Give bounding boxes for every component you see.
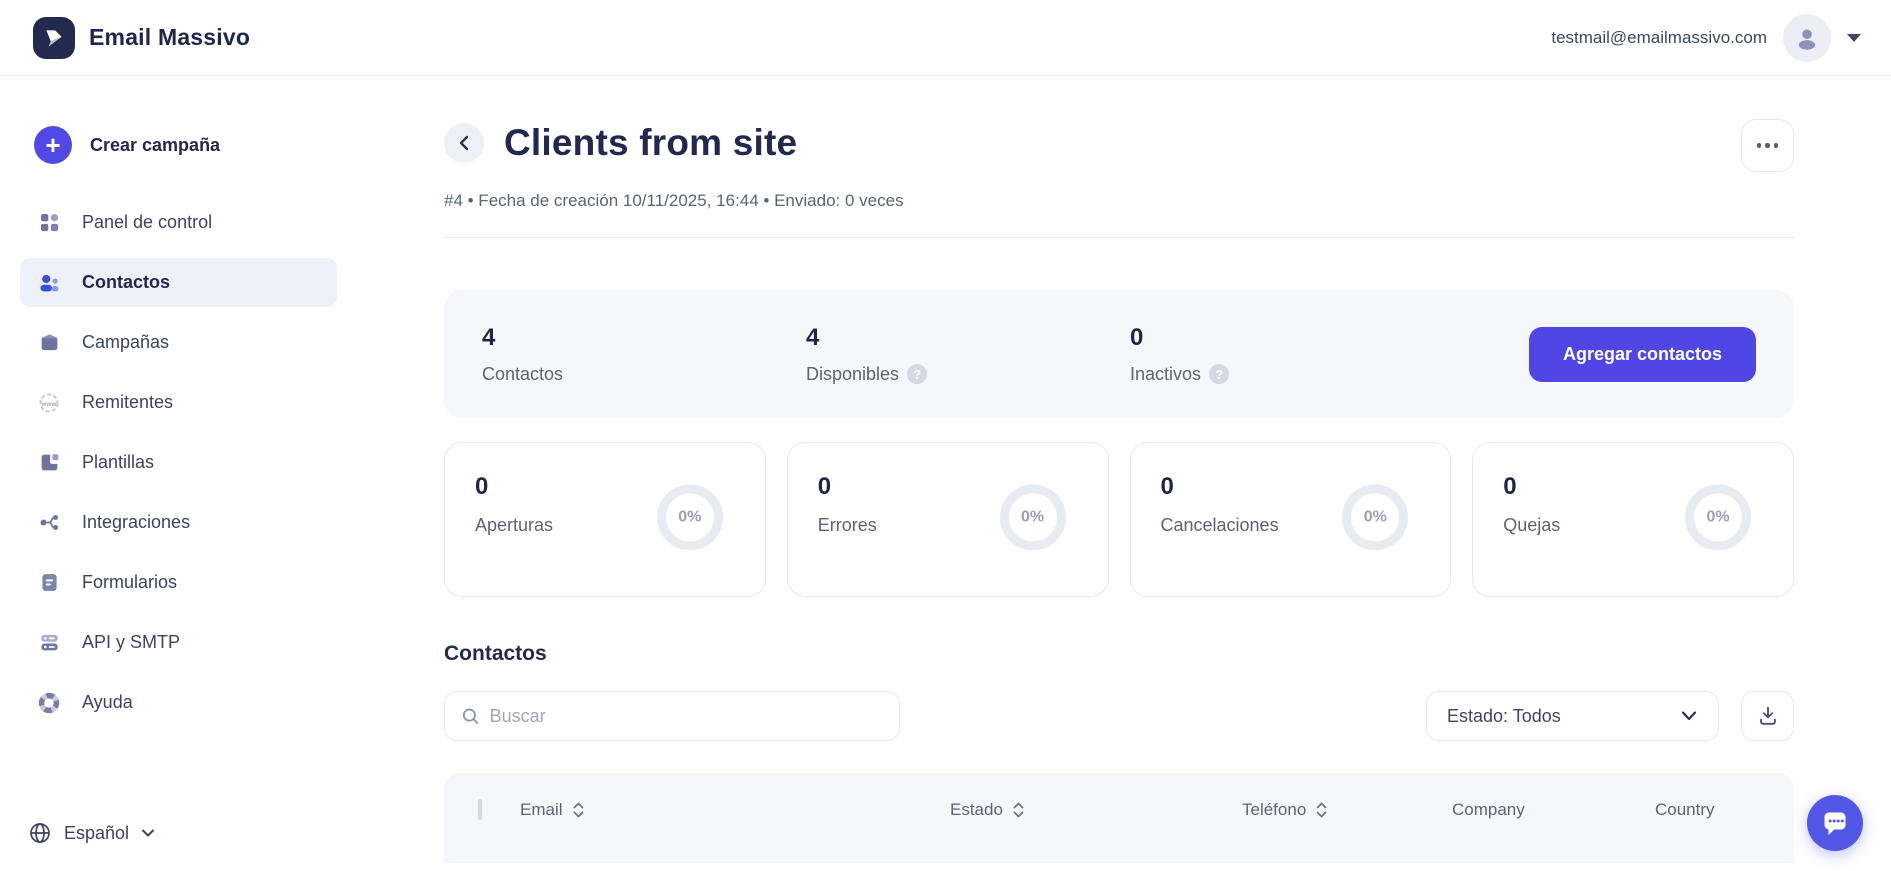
summary-band: 4 Contactos 4 Disponibles ? 0 Inactivos …	[444, 290, 1794, 418]
sidebar-item-label: Remitentes	[82, 392, 173, 413]
contacts-icon	[38, 272, 60, 294]
create-campaign-label: Crear campaña	[90, 135, 220, 156]
list-meta: #4 • Fecha de creación 10/11/2025, 16:44…	[444, 191, 1794, 211]
chat-bubble-icon	[1818, 806, 1852, 840]
percent-ring: 0%	[1342, 484, 1408, 550]
metric-card-errores: 0 Errores 0%	[787, 442, 1109, 597]
contacts-heading: Contactos	[444, 642, 1794, 666]
campaigns-icon	[38, 332, 60, 354]
user-email: testmail@emailmassivo.com	[1551, 28, 1767, 48]
sidebar-item-api-smtp[interactable]: API y SMTP	[20, 618, 337, 667]
chat-widget-button[interactable]	[1807, 795, 1863, 851]
more-actions-button[interactable]	[1741, 119, 1794, 172]
column-header-company: Company	[1452, 800, 1655, 820]
percent-ring: 0%	[1685, 484, 1751, 550]
templates-icon	[38, 452, 60, 474]
table-controls: Estado: Todos	[444, 691, 1794, 741]
api-smtp-icon	[38, 632, 60, 654]
stat-contactos: 4 Contactos	[482, 324, 806, 385]
brand-name: Email Massivo	[89, 24, 250, 51]
metric-cards: 0 Aperturas 0% 0 Errores 0% 0 Cancelacio…	[444, 442, 1794, 597]
search-icon	[461, 706, 480, 726]
metric-card-aperturas: 0 Aperturas 0%	[444, 442, 766, 597]
sidebar-item-remitentes[interactable]: www Remitentes	[20, 378, 337, 427]
percent-ring: 0%	[1000, 484, 1066, 550]
sidebar-item-contactos[interactable]: Contactos	[20, 258, 337, 307]
help-icon	[38, 692, 60, 714]
stat-value: 0	[1130, 324, 1454, 352]
metric-card-quejas: 0 Quejas 0%	[1472, 442, 1794, 597]
ellipsis-icon	[1757, 143, 1762, 148]
language-label: Español	[64, 823, 129, 844]
sidebar-item-label: Contactos	[82, 272, 170, 293]
divider	[444, 237, 1794, 238]
stat-value: 4	[806, 324, 1130, 352]
sidebar: + Crear campaña Panel de control	[0, 76, 357, 871]
status-filter-value: Estado: Todos	[1447, 706, 1561, 727]
stat-label: Contactos	[482, 364, 563, 385]
user-menu-caret-icon[interactable]	[1847, 34, 1861, 42]
page-title-row: Clients from site	[444, 122, 1794, 164]
sidebar-item-ayuda[interactable]: Ayuda	[20, 678, 337, 727]
language-switcher[interactable]: Español	[28, 821, 155, 845]
red-arrow-annotation	[1870, 154, 1891, 234]
create-campaign-button[interactable]: + Crear campaña	[20, 116, 337, 174]
search-input[interactable]	[490, 706, 883, 727]
user-icon	[1794, 25, 1820, 51]
sort-icon[interactable]	[1315, 801, 1328, 819]
dashboard-icon	[38, 212, 60, 234]
svg-text:www: www	[41, 400, 57, 407]
status-filter-select[interactable]: Estado: Todos	[1426, 691, 1719, 741]
stat-label: Inactivos	[1130, 364, 1201, 385]
sidebar-item-panel-de-control[interactable]: Panel de control	[20, 198, 337, 247]
stat-disponibles: 4 Disponibles ?	[806, 324, 1130, 385]
sidebar-item-label: API y SMTP	[82, 632, 180, 653]
stat-inactivos: 0 Inactivos ?	[1130, 324, 1454, 385]
sidebar-nav: Panel de control Contactos	[20, 198, 337, 727]
top-header: Email Massivo testmail@emailmassivo.com	[0, 0, 1891, 76]
back-button[interactable]	[444, 123, 484, 163]
contacts-table-header: Email Estado Teléfono	[444, 773, 1794, 863]
senders-icon: www	[38, 392, 60, 414]
integrations-icon	[38, 512, 60, 534]
column-header-telefono: Teléfono	[1242, 800, 1452, 820]
export-download-button[interactable]	[1741, 691, 1794, 741]
sidebar-item-label: Panel de control	[82, 212, 212, 233]
select-all-checkbox[interactable]	[478, 799, 482, 820]
sidebar-item-label: Integraciones	[82, 512, 190, 533]
sidebar-item-plantillas[interactable]: Plantillas	[20, 438, 337, 487]
sort-icon[interactable]	[572, 801, 585, 819]
globe-icon	[28, 821, 52, 845]
sidebar-item-label: Ayuda	[82, 692, 133, 713]
column-header-country: Country	[1655, 800, 1794, 820]
search-box	[444, 691, 900, 741]
chevron-down-icon	[141, 828, 155, 838]
stat-label: Disponibles	[806, 364, 899, 385]
page-title: Clients from site	[504, 122, 797, 164]
chevron-down-icon	[1680, 710, 1698, 722]
help-icon[interactable]: ?	[907, 364, 927, 384]
sort-icon[interactable]	[1012, 801, 1025, 819]
brand-logo-icon	[33, 17, 75, 59]
plus-icon: +	[34, 126, 72, 164]
metric-card-cancelaciones: 0 Cancelaciones 0%	[1130, 442, 1452, 597]
forms-icon	[38, 572, 60, 594]
sidebar-item-label: Formularios	[82, 572, 177, 593]
column-header-email: Email	[520, 800, 950, 820]
stat-value: 4	[482, 324, 806, 352]
percent-ring: 0%	[657, 484, 723, 550]
avatar[interactable]	[1783, 14, 1831, 62]
sidebar-item-integraciones[interactable]: Integraciones	[20, 498, 337, 547]
chevron-left-icon	[457, 134, 471, 152]
column-header-estado: Estado	[950, 800, 1242, 820]
main-content: Clients from site #4 • Fecha de creación…	[357, 76, 1891, 871]
sidebar-item-formularios[interactable]: Formularios	[20, 558, 337, 607]
help-icon[interactable]: ?	[1209, 364, 1229, 384]
download-icon	[1757, 705, 1779, 727]
sidebar-item-label: Campañas	[82, 332, 169, 353]
sidebar-item-campanas[interactable]: Campañas	[20, 318, 337, 367]
add-contacts-button[interactable]: Agregar contactos	[1529, 327, 1756, 382]
sidebar-item-label: Plantillas	[82, 452, 154, 473]
